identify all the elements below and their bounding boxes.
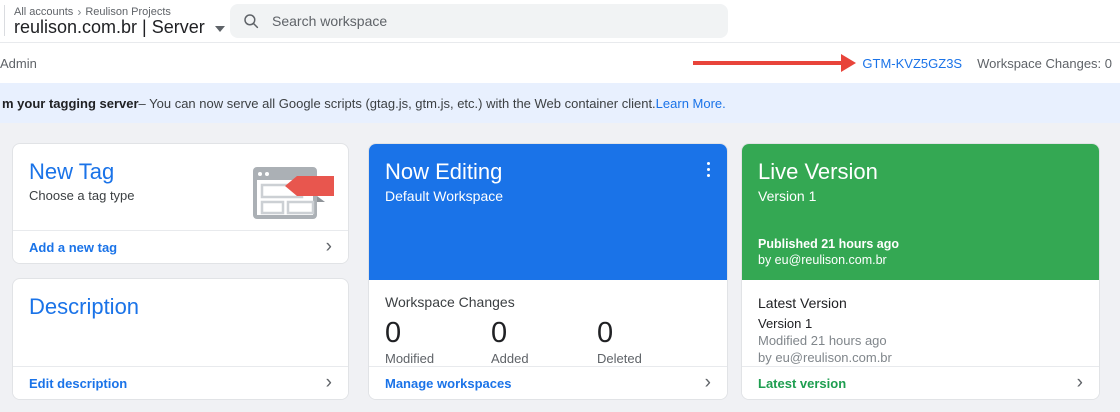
tag-window-icon — [253, 167, 334, 219]
now-editing-header-row: Now Editing Default Workspace — [385, 158, 713, 204]
workspace-changes-heading: Workspace Changes — [385, 294, 515, 311]
new-tag-card: New Tag Choose a tag type Add a new tag … — [12, 143, 349, 264]
workspace-changes-stats: 0 Modified 0 Added 0 Deleted — [385, 316, 711, 366]
chevron-right-icon: › — [325, 235, 332, 257]
top-header: All accounts › Reulison Projects reuliso… — [0, 0, 1120, 43]
workspace-changes-section: Workspace Changes 0 Modified 0 Added 0 D — [369, 280, 727, 366]
header-left-divider — [4, 5, 5, 36]
edit-description-button[interactable]: Edit description › — [13, 366, 348, 399]
latest-version-modified: Modified 21 hours ago — [758, 333, 887, 349]
container-id-link[interactable]: GTM-KVZ5GZ3S — [862, 56, 962, 71]
new-tag-card-body: New Tag Choose a tag type — [13, 144, 348, 230]
live-version-subtitle: Version 1 — [758, 188, 817, 204]
latest-version-heading: Latest Version — [758, 295, 847, 312]
search-box[interactable] — [230, 4, 728, 38]
published-time: Published 21 hours ago — [758, 237, 899, 252]
kebab-menu-icon[interactable] — [704, 158, 713, 181]
description-card-body: Description — [13, 279, 348, 366]
latest-version-button[interactable]: Latest version › — [742, 366, 1099, 399]
live-version-card: Live Version Version 1 Published 21 hour… — [741, 143, 1100, 400]
latest-version-by: by eu@reulison.com.br — [758, 350, 892, 366]
stat-modified: 0 Modified — [385, 316, 491, 366]
add-new-tag-button[interactable]: Add a new tag › — [13, 230, 348, 263]
caret-down-icon — [214, 26, 225, 32]
add-new-tag-label: Add a new tag — [29, 239, 118, 255]
red-arrow-shaft — [693, 61, 842, 65]
red-arrow-head — [841, 54, 857, 72]
tab-bar-right: GTM-KVZ5GZ3S Workspace Changes: 0 — [693, 43, 1112, 83]
search-input[interactable] — [272, 13, 716, 29]
latest-version-section: Latest Version Version 1 Modified 21 hou… — [742, 280, 1099, 366]
container-title[interactable]: reulison.com.br | Server — [14, 17, 205, 38]
left-column: New Tag Choose a tag type Add a new tag … — [12, 143, 349, 412]
latest-version-name: Version 1 — [758, 316, 813, 332]
tab-admin[interactable]: Admin — [0, 43, 37, 83]
live-version-titles: Live Version Version 1 — [758, 158, 1085, 204]
banner-text: – You can now serve all Google scripts (… — [138, 95, 656, 111]
description-card: Description Edit description › — [12, 278, 349, 400]
stat-added: 0 Added — [491, 316, 597, 366]
workspace-changes-label: Workspace Changes: 0 — [977, 55, 1112, 71]
container-switcher[interactable]: reulison.com.br | Server — [14, 17, 225, 38]
stat-deleted-label: Deleted — [597, 351, 642, 367]
learn-more-link[interactable]: Learn More. — [656, 96, 726, 111]
now-editing-titles: Now Editing Default Workspace — [385, 158, 503, 204]
stat-deleted-value: 0 — [597, 317, 614, 350]
manage-workspaces-label: Manage workspaces — [385, 375, 512, 391]
edit-description-label: Edit description — [29, 375, 128, 391]
stat-modified-label: Modified — [385, 351, 435, 367]
stat-added-value: 0 — [491, 317, 508, 350]
stat-modified-value: 0 — [385, 317, 402, 350]
chevron-right-icon: › — [1076, 371, 1083, 393]
stat-deleted: 0 Deleted — [597, 316, 703, 366]
description-title: Description — [29, 294, 140, 319]
now-editing-subtitle: Default Workspace — [385, 188, 504, 204]
now-editing-header: Now Editing Default Workspace — [369, 144, 727, 281]
now-editing-title: Now Editing — [385, 159, 503, 184]
live-version-header: Live Version Version 1 Published 21 hour… — [742, 144, 1099, 281]
middle-column: Now Editing Default Workspace Workspace … — [368, 143, 728, 412]
published-info: Published 21 hours ago by eu@reulison.co… — [758, 236, 1085, 268]
latest-version-label: Latest version — [758, 375, 847, 391]
search-icon — [244, 14, 259, 29]
stat-added-label: Added — [491, 351, 529, 367]
manage-workspaces-button[interactable]: Manage workspaces › — [369, 366, 727, 399]
workspace-overview: New Tag Choose a tag type Add a new tag … — [0, 123, 1120, 412]
live-version-title: Live Version — [758, 159, 878, 184]
red-arrow-annotation — [693, 54, 857, 72]
now-editing-card: Now Editing Default Workspace Workspace … — [368, 143, 728, 400]
gtm-workspace-page: All accounts › Reulison Projects reuliso… — [0, 0, 1120, 412]
chevron-right-icon: › — [325, 371, 332, 393]
right-column: Live Version Version 1 Published 21 hour… — [741, 143, 1100, 412]
notification-banner: m your tagging server – You can now serv… — [0, 83, 1120, 123]
tab-bar: Admin GTM-KVZ5GZ3S Workspace Changes: 0 — [0, 43, 1120, 83]
banner-bold-text: m your tagging server — [2, 95, 139, 111]
published-by: by eu@reulison.com.br — [758, 253, 887, 268]
chevron-right-icon: › — [704, 371, 711, 393]
